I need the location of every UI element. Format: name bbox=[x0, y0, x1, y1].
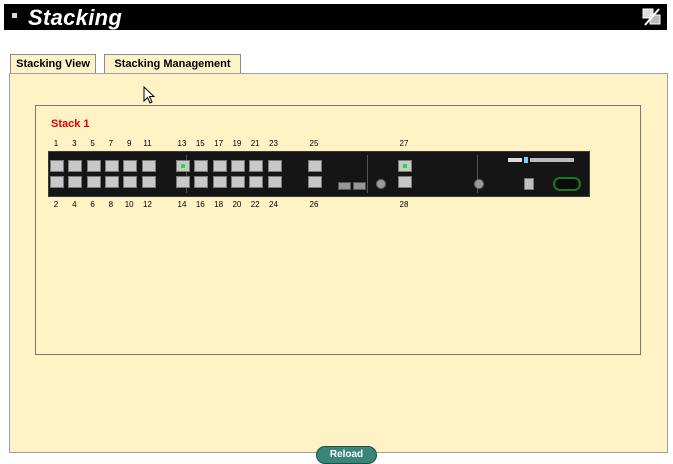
usb-port-icon[interactable] bbox=[524, 178, 534, 190]
ethernet-port-28[interactable] bbox=[398, 176, 412, 188]
sfp-port[interactable] bbox=[353, 182, 366, 190]
port-number-label: 2 bbox=[53, 200, 59, 209]
port-number-label: 22 bbox=[250, 200, 260, 209]
ethernet-port-25[interactable] bbox=[308, 160, 322, 172]
ethernet-port-26[interactable] bbox=[308, 176, 322, 188]
ethernet-port-3[interactable] bbox=[68, 160, 83, 172]
port-group-divider bbox=[367, 155, 368, 193]
reload-button[interactable]: Reload bbox=[316, 446, 377, 464]
mouse-cursor-icon bbox=[143, 86, 156, 104]
title-bar: Stacking bbox=[4, 4, 667, 30]
stack-frame: Stack 1 1 3 5 7 9 11 13 15 17 19 21 23 25 27 2 4 6 8 10 12 1… bbox=[35, 105, 641, 355]
ethernet-port-13[interactable] bbox=[176, 160, 190, 172]
port-number-label: 15 bbox=[195, 139, 205, 148]
port-number-label: 25 bbox=[309, 139, 319, 148]
ethernet-port-1[interactable] bbox=[50, 160, 64, 172]
port-number-label: 8 bbox=[108, 200, 114, 209]
ethernet-port-14[interactable] bbox=[176, 176, 190, 188]
sfp-port[interactable] bbox=[338, 182, 351, 190]
ethernet-port-27[interactable] bbox=[398, 160, 412, 172]
port-number-label: 1 bbox=[53, 139, 59, 148]
ethernet-port-24[interactable] bbox=[267, 176, 282, 188]
port-number-label: 6 bbox=[90, 200, 95, 209]
port-number-label: 5 bbox=[90, 139, 95, 148]
ethernet-port-21[interactable] bbox=[249, 160, 264, 172]
ethernet-port-7[interactable] bbox=[104, 160, 119, 172]
ethernet-port-10[interactable] bbox=[123, 176, 138, 188]
port-number-label: 19 bbox=[232, 139, 242, 148]
port-number-label: 4 bbox=[72, 200, 77, 209]
stack-label: Stack 1 bbox=[51, 118, 90, 130]
port-number-label: 14 bbox=[177, 200, 187, 209]
port-number-label: 7 bbox=[108, 139, 114, 148]
port-number-label: 20 bbox=[232, 200, 242, 209]
port-number-label: 11 bbox=[143, 139, 152, 148]
port-number-label: 10 bbox=[124, 200, 134, 209]
port-number-label: 12 bbox=[143, 200, 152, 209]
ethernet-port-16[interactable] bbox=[194, 176, 209, 188]
ethernet-port-20[interactable] bbox=[230, 176, 245, 188]
title-bullet-icon bbox=[12, 13, 17, 18]
link-led-icon bbox=[181, 164, 185, 168]
ethernet-port-9[interactable] bbox=[123, 160, 138, 172]
port-number-label: 28 bbox=[399, 200, 409, 209]
stacking-panel: Stack 1 1 3 5 7 9 11 13 15 17 19 21 23 25 27 2 4 6 8 10 12 1… bbox=[9, 73, 668, 464]
ethernet-port-2[interactable] bbox=[50, 176, 64, 188]
reset-button-icon[interactable] bbox=[376, 179, 386, 189]
ethernet-port-12[interactable] bbox=[141, 176, 156, 188]
ethernet-port-4[interactable] bbox=[68, 176, 83, 188]
switch-faceplate[interactable] bbox=[48, 151, 590, 197]
link-led-icon bbox=[403, 164, 407, 168]
port-number-label: 13 bbox=[177, 139, 187, 148]
port-number-label: 24 bbox=[269, 200, 278, 209]
brand-logo-icon bbox=[508, 157, 574, 163]
port-number-label: 23 bbox=[269, 139, 278, 148]
console-port-icon[interactable] bbox=[553, 177, 581, 191]
port-number-label: 21 bbox=[250, 139, 260, 148]
port-number-label: 16 bbox=[195, 200, 205, 209]
ethernet-port-18[interactable] bbox=[212, 176, 227, 188]
tab-stacking-management[interactable]: Stacking Management bbox=[104, 54, 241, 73]
port-number-label: 26 bbox=[309, 200, 319, 209]
ethernet-port-5[interactable] bbox=[86, 160, 101, 172]
page-title: Stacking bbox=[28, 5, 123, 30]
port-number-label: 9 bbox=[126, 139, 132, 148]
ethernet-port-17[interactable] bbox=[212, 160, 227, 172]
ethernet-port-11[interactable] bbox=[141, 160, 156, 172]
stacking-tools-icon[interactable] bbox=[641, 6, 663, 28]
port-number-label: 27 bbox=[399, 139, 409, 148]
ethernet-port-8[interactable] bbox=[104, 176, 119, 188]
ethernet-port-23[interactable] bbox=[267, 160, 282, 172]
mode-button-icon[interactable] bbox=[474, 179, 484, 189]
port-number-label: 3 bbox=[72, 139, 77, 148]
ethernet-port-15[interactable] bbox=[194, 160, 209, 172]
ethernet-port-19[interactable] bbox=[230, 160, 245, 172]
port-number-label: 17 bbox=[214, 139, 224, 148]
tab-stacking-view[interactable]: Stacking View bbox=[10, 54, 96, 73]
ethernet-port-6[interactable] bbox=[86, 176, 101, 188]
ethernet-port-22[interactable] bbox=[249, 176, 264, 188]
port-number-label: 18 bbox=[214, 200, 224, 209]
